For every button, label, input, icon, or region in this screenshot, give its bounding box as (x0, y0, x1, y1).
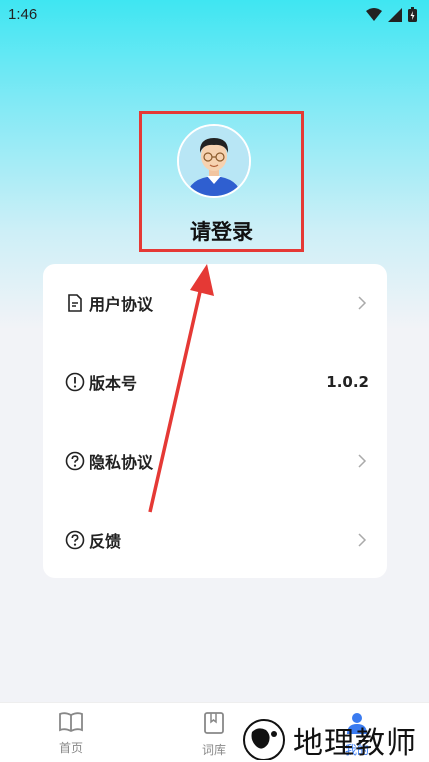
status-time: 1:46 (8, 6, 38, 23)
info-icon (65, 372, 85, 392)
signal-icon (388, 7, 402, 22)
menu-item-privacy[interactable]: 隐私协议 (43, 422, 387, 500)
menu-item-version: 版本号 1.0.2 (43, 343, 387, 421)
settings-card: 用户协议 版本号 1.0.2 隐私协议 反馈 (43, 264, 387, 578)
bookmark-icon (204, 712, 224, 734)
question-icon (65, 530, 85, 550)
status-icons (366, 7, 417, 22)
login-prompt[interactable]: 请登录 (139, 216, 304, 246)
avatar[interactable] (177, 124, 251, 198)
chevron-right-icon (358, 533, 367, 547)
menu-item-label: 反馈 (89, 532, 122, 551)
version-value: 1.0.2 (326, 373, 369, 391)
menu-item-feedback[interactable]: 反馈 (43, 501, 387, 579)
watermark-text: 地理教师 (293, 726, 417, 761)
tab-home[interactable]: 首页 (31, 711, 111, 756)
menu-item-label: 用户协议 (89, 295, 154, 314)
question-icon (65, 451, 85, 471)
menu-item-label: 版本号 (89, 374, 138, 393)
tab-label: 首页 (58, 741, 83, 755)
avatar-illustration (179, 126, 249, 196)
document-icon (68, 294, 82, 312)
chevron-right-icon (358, 296, 367, 310)
menu-item-label: 隐私协议 (89, 453, 154, 472)
chevron-right-icon (358, 454, 367, 468)
status-bar: 1:46 (0, 0, 429, 30)
book-icon (59, 712, 83, 733)
wifi-icon (366, 7, 382, 21)
battery-icon (408, 7, 417, 22)
menu-item-user-agreement[interactable]: 用户协议 (43, 264, 387, 342)
